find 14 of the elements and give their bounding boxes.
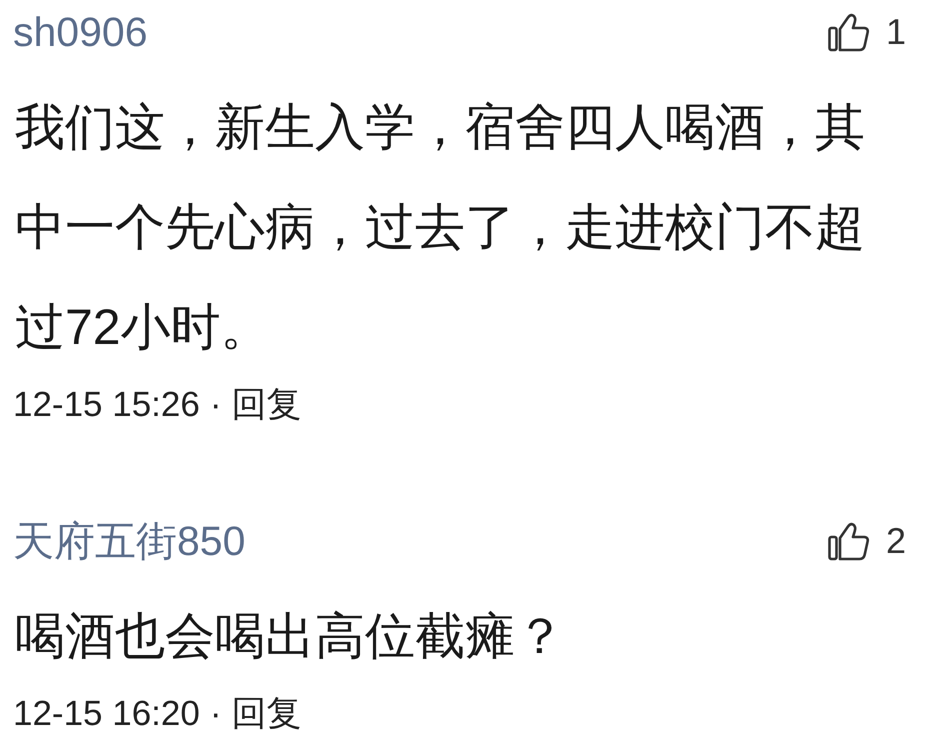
separator-dot: ·	[210, 384, 222, 426]
timestamp: 12-15 16:20	[13, 693, 200, 735]
thumbs-up-icon	[828, 12, 870, 52]
username[interactable]: sh0906	[13, 8, 148, 56]
timestamp: 12-15 15:26	[13, 384, 200, 426]
like-button[interactable]: 1	[828, 10, 906, 54]
comment-text: 我们这，新生入学，宿舍四人喝酒，其中一个先心病，过去了，走进校门不超过72小时。	[15, 98, 866, 357]
like-button[interactable]: 2	[828, 519, 906, 563]
reply-link[interactable]: 回复	[231, 692, 302, 736]
reply-link[interactable]: 回复	[231, 383, 302, 427]
separator-dot: ·	[210, 693, 222, 735]
thumbs-up-icon	[828, 521, 870, 561]
username[interactable]: 天府五街850	[13, 517, 246, 565]
comment-text: 喝酒也会喝出高位截瘫？	[15, 607, 566, 666]
